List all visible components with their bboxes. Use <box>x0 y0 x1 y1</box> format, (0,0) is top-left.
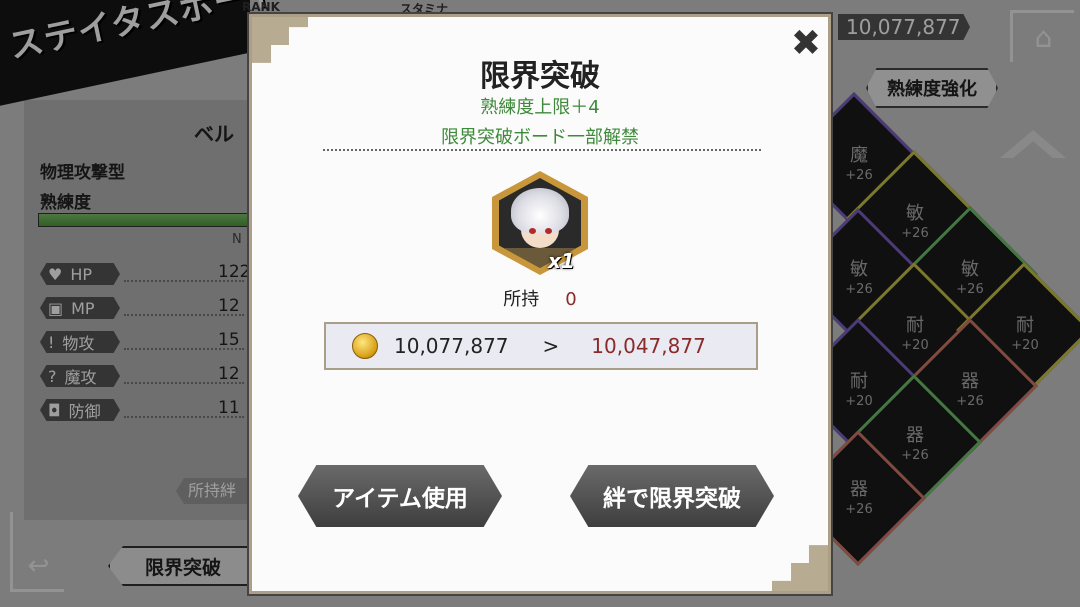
owned-count-row: 所持 0 <box>252 285 828 311</box>
corner-ornament <box>772 545 828 591</box>
owned-label: 所持 <box>503 289 540 310</box>
dialog-title: 限界突破 <box>480 59 600 94</box>
cost-after: 10,047,877 <box>591 334 706 358</box>
owned-value: 0 <box>565 289 577 310</box>
coin-icon <box>352 333 378 359</box>
limit-break-dialog: ✖ 限界突破 熟練度上限＋4 限界突破ボード一部解禁 x1 所持 0 10,077… <box>249 14 831 594</box>
use-item-button[interactable]: アイテム使用 <box>298 465 502 527</box>
bond-limit-break-button[interactable]: 絆で限界突破 <box>570 465 774 527</box>
dialog-subtitle-board: 限界突破ボード一部解禁 <box>441 127 639 148</box>
cost-arrow: > <box>542 334 560 358</box>
divider <box>323 149 761 151</box>
item-quantity: x1 <box>548 249 575 273</box>
cost-display: 10,077,877 > 10,047,877 <box>324 322 758 370</box>
dialog-subtitle-mastery: 熟練度上限＋4 <box>480 97 600 118</box>
limit-break-item-icon: x1 <box>492 171 588 275</box>
cost-current: 10,077,877 <box>394 334 509 358</box>
